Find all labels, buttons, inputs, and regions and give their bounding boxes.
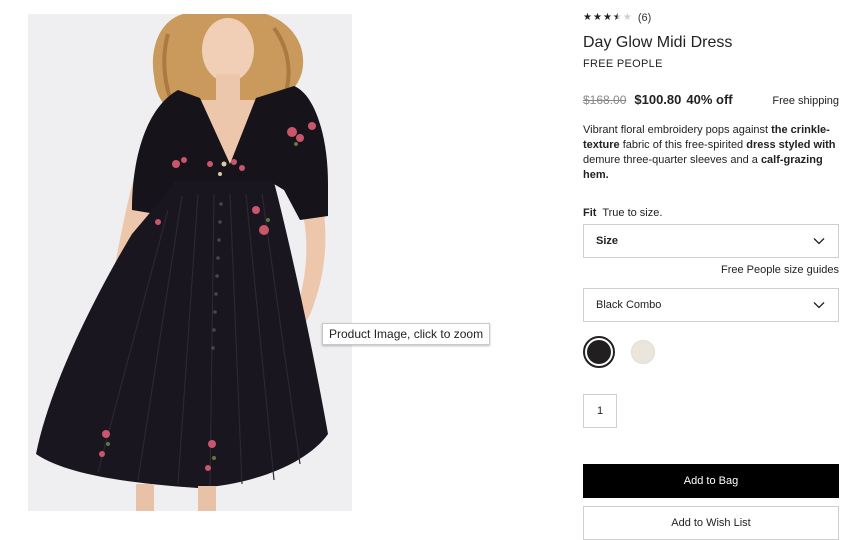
rating-row[interactable]: ★ ★ ★ ★ ★ (6) [583,10,839,26]
size-guide-link[interactable]: Free People size guides [583,264,839,276]
price-row: $168.00 $100.80 40% off Free shipping [583,92,839,107]
zoom-tooltip: Product Image, click to zoom [322,323,491,345]
description-text: fabric of this free-spirited [619,139,747,151]
product-image[interactable] [28,14,352,511]
star-icon: ★ [602,12,612,23]
star-empty-icon: ★ [622,12,632,23]
size-dropdown-label: Size [596,235,619,247]
brand-name[interactable]: FREE PEOPLE [583,58,839,70]
star-icon: ★ [592,12,602,23]
swatch-black-combo[interactable] [583,336,615,368]
fit-label: Fit [583,207,597,219]
color-swatches [583,336,839,368]
fit-value: True to size. [602,207,663,219]
product-title: Day Glow Midi Dress [583,34,733,51]
shipping-info: Free shipping [772,95,839,107]
description-text: demure three-quarter sleeves and a [583,154,761,166]
sale-price: $100.80 [634,92,682,107]
fit-info: Fit True to size. [583,207,839,219]
chevron-down-icon [813,302,825,309]
swatch-ivory-color [631,340,655,364]
chevron-down-icon [813,238,825,245]
swatch-ivory[interactable] [627,336,659,368]
product-photo-dress [36,14,328,511]
star-half-icon: ★ [612,12,622,23]
review-count[interactable]: (6) [638,12,651,24]
color-dropdown-value: Black Combo [596,299,662,311]
add-to-wish-list-button[interactable]: Add to Wish List [583,506,839,540]
discount-badge: 40% off [686,92,733,107]
quantity-value: 1 [596,405,604,417]
quantity-select[interactable]: 1 [583,394,617,428]
star-icon: ★ [583,12,592,23]
original-price: $168.00 [583,93,627,107]
size-dropdown[interactable]: Size [583,224,839,258]
star-rating: ★ ★ ★ ★ ★ [583,13,632,23]
add-to-bag-button[interactable]: Add to Bag [583,464,839,498]
description-text: Vibrant floral embroidery pops against [583,124,772,136]
product-description: Vibrant floral embroidery pops against t… [583,123,839,183]
color-dropdown[interactable]: Black Combo [583,288,839,322]
description-text: dress styled with [746,139,836,151]
product-details: ★ ★ ★ ★ ★ (6) Day Glow Midi Dress FREE P… [583,10,839,540]
swatch-black-combo-color [587,340,611,364]
